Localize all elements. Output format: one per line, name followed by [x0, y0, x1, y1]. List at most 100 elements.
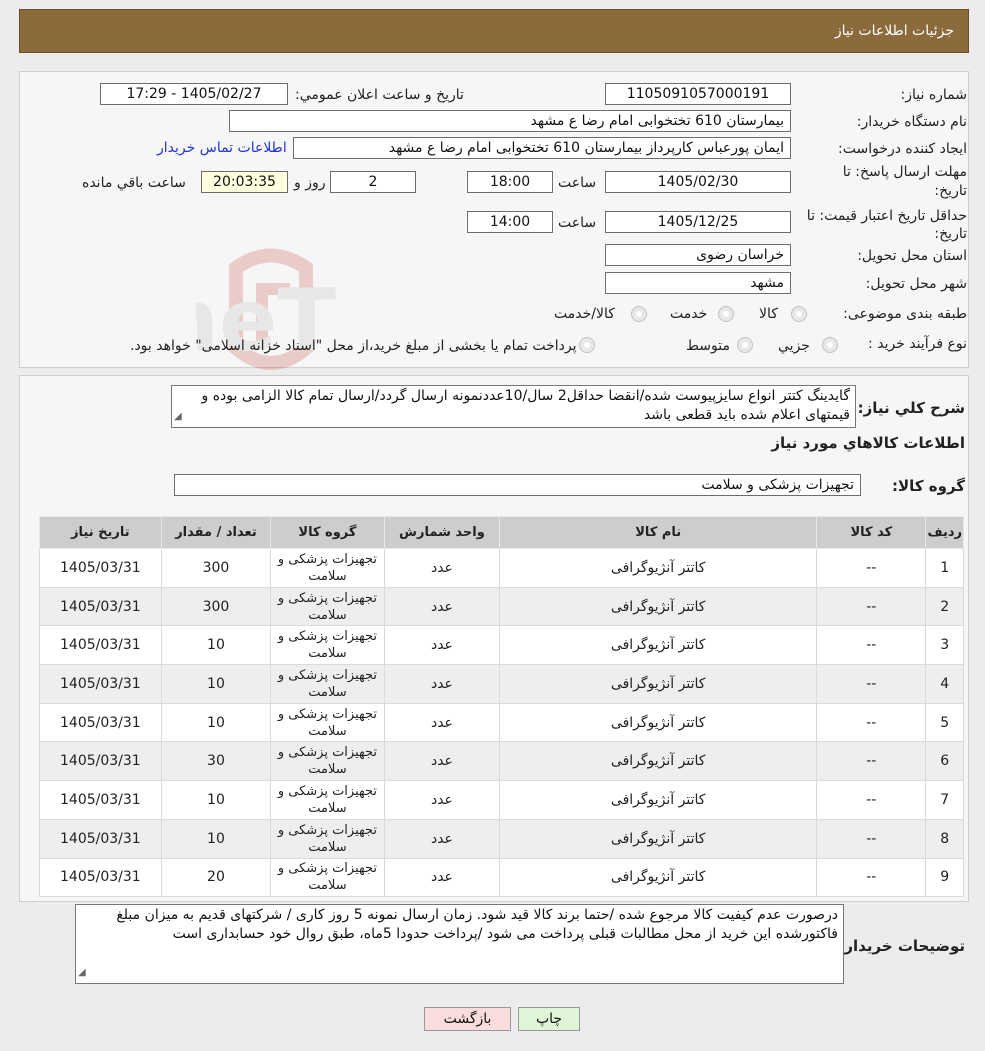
validity-time-label: ساعت [558, 215, 597, 231]
validity-label: حداقل تاریخ اعتبار قیمت: تا [806, 208, 967, 224]
cell-name: کاتتر آنژیوگرافی [499, 780, 818, 820]
validity-time-field: 14:00 [467, 211, 553, 233]
buyer-notes-textarea[interactable]: درصورت عدم کیفیت کالا مرجوع شده /حتما بر… [75, 904, 844, 984]
cell-name: کاتتر آنژیوگرافی [499, 664, 818, 704]
cell-unit: عدد [383, 857, 501, 898]
cell-group: تجهیزات پزشکی و سلامت [270, 625, 385, 666]
process-radio-medium[interactable] [737, 337, 753, 353]
cell-group: تجهیزات پزشکی و سلامت [270, 702, 385, 743]
cell-quantity: 10 [160, 702, 272, 743]
cell-need-date: 1405/03/31 [39, 818, 162, 859]
time-remaining-field: 20:03:35 [201, 171, 288, 193]
goods-group-label: گروه کالا: [892, 477, 965, 495]
cell-quantity: 300 [160, 586, 272, 627]
category-radio-goods[interactable] [791, 306, 807, 322]
col-header-name: نام کالا [499, 516, 818, 549]
validity-label-date: تاریخ: [934, 226, 967, 242]
process-radio-minor[interactable] [822, 337, 838, 353]
table-row: 7 -- کاتتر آنژیوگرافی عدد تجهیزات پزشکی … [39, 780, 964, 820]
province-label: استان محل تحویل: [857, 248, 967, 264]
category-radio-goods-service[interactable] [631, 306, 647, 322]
cell-need-date: 1405/03/31 [39, 548, 162, 588]
cell-quantity: 10 [160, 625, 272, 666]
cell-group: تجهیزات پزشکی و سلامت [270, 664, 385, 704]
cell-row-number: 4 [925, 664, 964, 704]
category-option-goods: کالا [759, 306, 778, 322]
cell-unit: عدد [383, 818, 501, 859]
table-row: 1 -- کاتتر آنژیوگرافی عدد تجهیزات پزشکی … [39, 548, 964, 588]
back-button[interactable]: بازگشت [424, 1007, 511, 1031]
need-number-label: شماره نیاز: [900, 87, 968, 103]
cell-code: -- [816, 818, 927, 859]
days-remaining-field: 2 [330, 171, 416, 193]
print-button[interactable]: چاپ [518, 1007, 580, 1031]
city-label: شهر محل تحویل: [865, 276, 967, 292]
col-header-need-date: تاریخ نیاز [39, 516, 162, 549]
cell-row-number: 3 [925, 625, 964, 666]
col-header-unit: واحد شمارش [383, 516, 501, 549]
description-text: گایدینگ کتتر انواع سایزپیوست شده/انقضا ح… [201, 388, 851, 423]
cell-row-number: 1 [925, 548, 964, 588]
cell-group: تجهیزات پزشکی و سلامت [270, 857, 385, 898]
process-option-medium: متوسط [686, 338, 730, 354]
announce-date-label: تاریخ و ساعت اعلان عمومي: [295, 87, 464, 103]
cell-row-number: 5 [925, 702, 964, 743]
table-row: 5 -- کاتتر آنژیوگرافی عدد تجهیزات پزشکی … [39, 702, 964, 743]
cell-name: کاتتر آنژیوگرافی [499, 586, 818, 627]
cell-quantity: 10 [160, 780, 272, 820]
cell-unit: عدد [383, 741, 501, 782]
cell-code: -- [816, 741, 927, 782]
cell-group: تجهیزات پزشکی و سلامت [270, 548, 385, 588]
buyer-notes-text: درصورت عدم کیفیت کالا مرجوع شده /حتما بر… [116, 907, 838, 942]
province-field: خراسان رضوی [605, 244, 791, 266]
cell-unit: عدد [383, 780, 501, 820]
cell-group: تجهیزات پزشکی و سلامت [270, 741, 385, 782]
city-field: مشهد [605, 272, 791, 294]
items-table: ردیف کد کالا نام کالا واحد شمارش گروه کا… [39, 516, 964, 898]
buyer-contact-link[interactable]: اطلاعات تماس خریدار [157, 140, 287, 156]
cell-unit: عدد [383, 664, 501, 704]
cell-group: تجهیزات پزشکی و سلامت [270, 780, 385, 820]
cell-name: کاتتر آنژیوگرافی [499, 741, 818, 782]
cell-quantity: 20 [160, 857, 272, 898]
col-header-code: کد کالا [816, 516, 927, 549]
cell-code: -- [816, 586, 927, 627]
cell-quantity: 10 [160, 664, 272, 704]
buyer-org-field: بیمارستان 610 تختخوابی امام رضا ع مشهد [229, 110, 791, 132]
cell-need-date: 1405/03/31 [39, 664, 162, 704]
buyer-notes-label: توضیحات خریدار: [838, 937, 965, 955]
resize-grip-icon[interactable]: ◢ [78, 963, 86, 982]
description-textarea[interactable]: گایدینگ کتتر انواع سایزپیوست شده/انقضا ح… [171, 385, 856, 428]
category-option-goods-service: کالا/خدمت [554, 306, 615, 322]
cell-unit: عدد [383, 702, 501, 743]
buyer-org-label: نام دستگاه خریدار: [856, 114, 967, 130]
need-number-field: 1105091057000191 [605, 83, 791, 105]
treasury-checkbox[interactable] [579, 337, 595, 353]
page-title: جزئیات اطلاعات نیاز [834, 23, 954, 39]
days-label: روز و [294, 175, 326, 191]
category-radio-service[interactable] [718, 306, 734, 322]
deadline-time-label: ساعت [558, 175, 597, 191]
cell-group: تجهیزات پزشکی و سلامت [270, 818, 385, 859]
col-header-group: گروه کالا [270, 516, 385, 549]
cell-quantity: 300 [160, 548, 272, 588]
table-header-row: ردیف کد کالا نام کالا واحد شمارش گروه کا… [39, 516, 964, 549]
creator-field: ایمان پورعباس کارپرداز بیمارستان 610 تخت… [293, 137, 791, 159]
resize-grip-icon[interactable]: ◢ [174, 407, 182, 426]
cell-code: -- [816, 625, 927, 666]
treasury-note: پرداخت تمام یا بخشی از مبلغ خرید،از محل … [130, 338, 577, 354]
cell-code: -- [816, 702, 927, 743]
cell-need-date: 1405/03/31 [39, 741, 162, 782]
cell-row-number: 2 [925, 586, 964, 627]
description-label: شرح کلي نیاز: [857, 399, 965, 417]
cell-need-date: 1405/03/31 [39, 586, 162, 627]
creator-label: ایجاد کننده درخواست: [838, 141, 967, 157]
cell-name: کاتتر آنژیوگرافی [499, 818, 818, 859]
table-row: 8 -- کاتتر آنژیوگرافی عدد تجهیزات پزشکی … [39, 818, 964, 859]
cell-name: کاتتر آنژیوگرافی [499, 857, 818, 898]
table-row: 4 -- کاتتر آنژیوگرافی عدد تجهیزات پزشکی … [39, 664, 964, 704]
deadline-label-date: تاریخ: [934, 183, 967, 199]
announce-date-field: 1405/02/27 - 17:29 [100, 83, 288, 105]
cell-quantity: 30 [160, 741, 272, 782]
cell-name: کاتتر آنژیوگرافی [499, 625, 818, 666]
